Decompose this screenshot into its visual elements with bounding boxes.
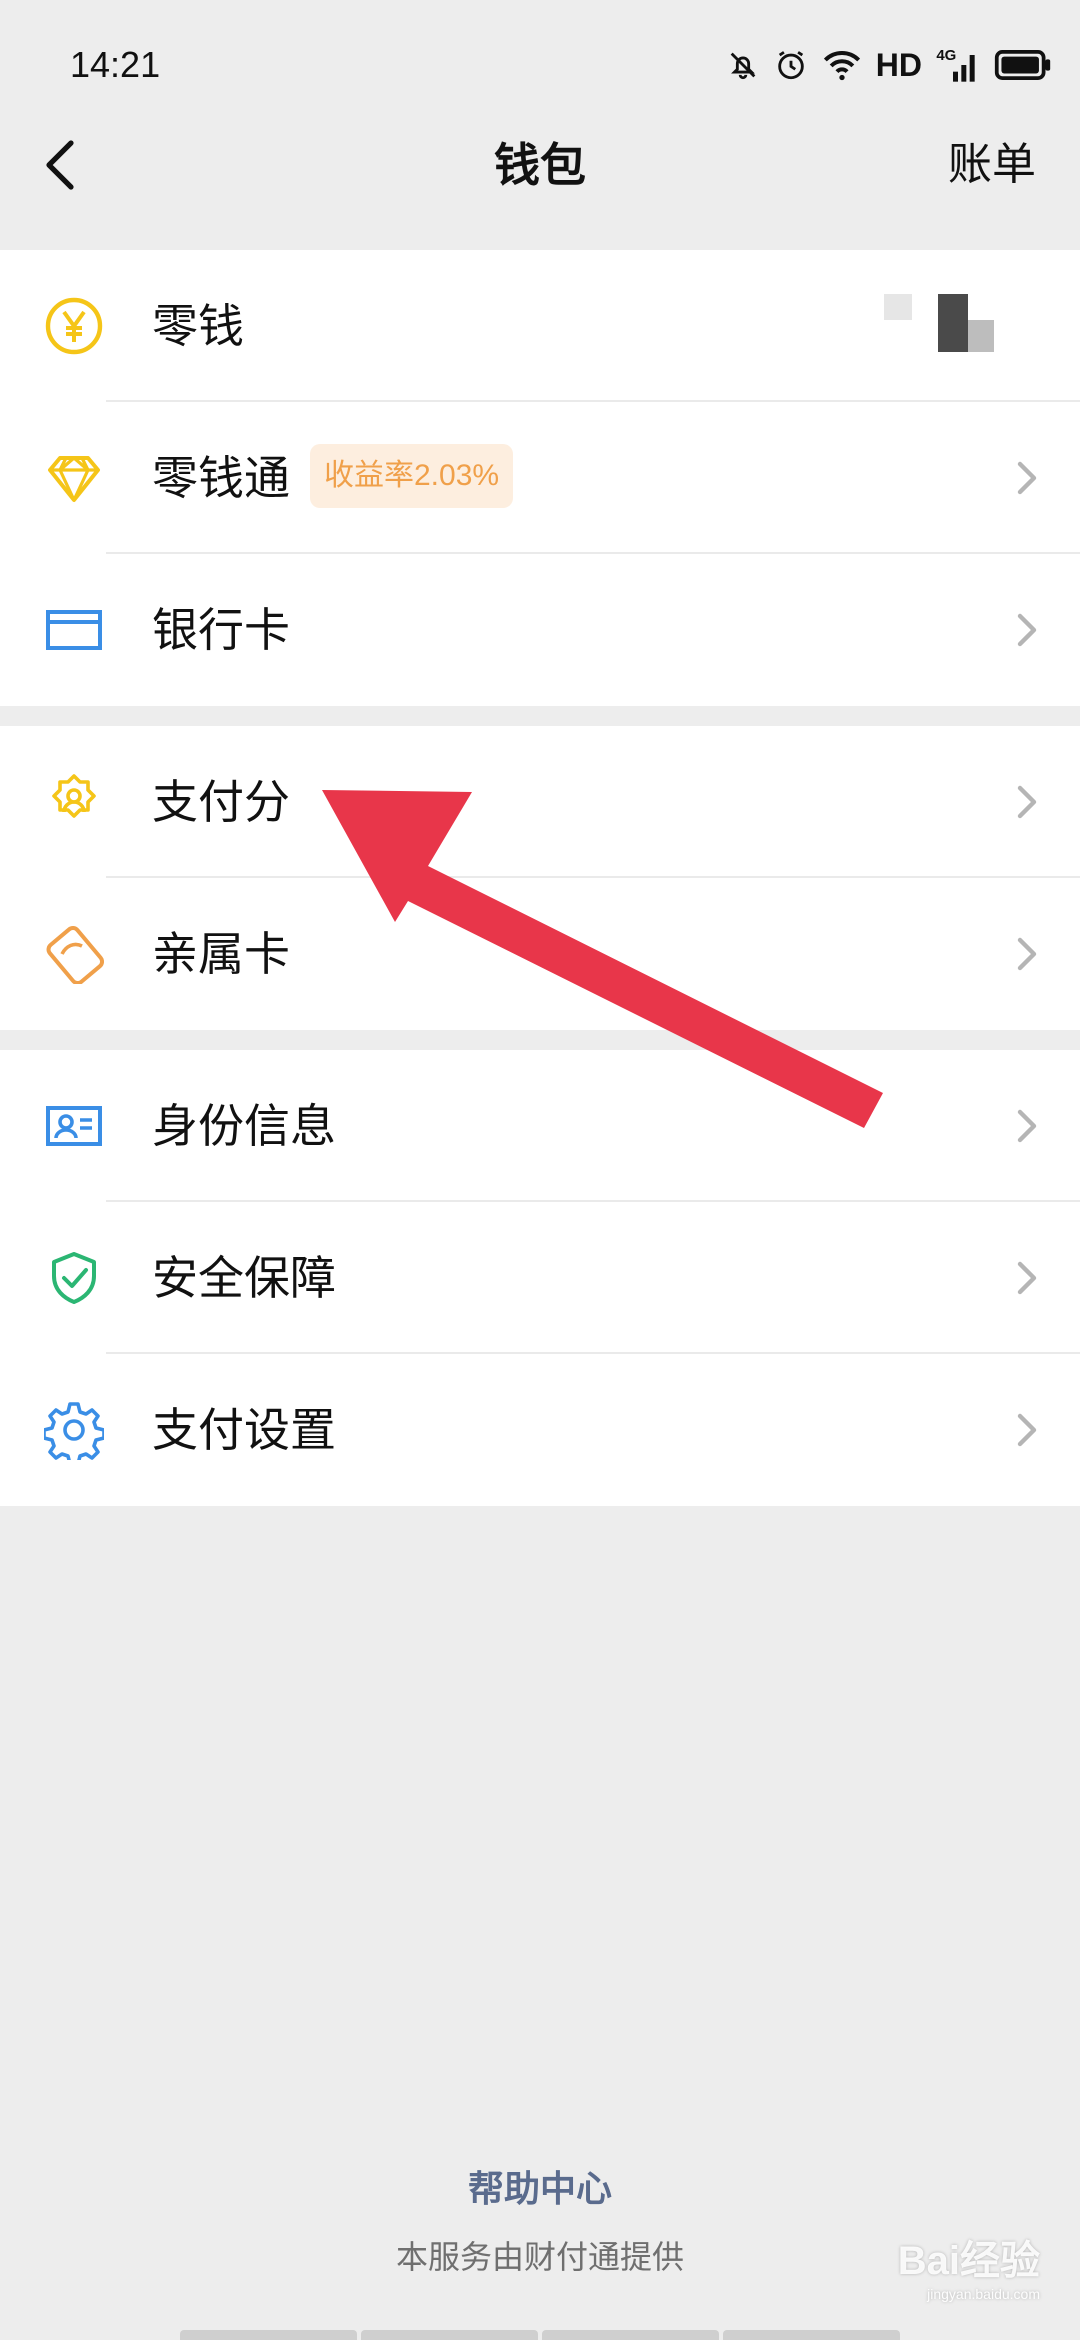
page-title: 钱包 (494, 138, 586, 192)
row-security[interactable]: 安全保障 (0, 1202, 1080, 1354)
chevron-right-icon (1017, 461, 1037, 495)
family-card-icon (44, 924, 104, 984)
id-card-icon (44, 1096, 104, 1156)
chevron-right-icon (1017, 1413, 1037, 1447)
chevron-right-icon (1017, 785, 1037, 819)
baidu-jingyan-watermark: Bai经验 jingyan.baidu.com (898, 2228, 1040, 2302)
row-label: 支付设置 (152, 1403, 336, 1457)
yen-coin-icon (44, 296, 104, 356)
row-family-card[interactable]: 亲属卡 (0, 878, 1080, 1030)
row-label: 零钱通 (152, 451, 290, 505)
alarm-icon (778, 51, 804, 80)
chevron-right-icon (1017, 937, 1037, 971)
signal-icon: 4G (936, 47, 975, 82)
group-balance: 零钱 零钱通 收益率2.03% 银行卡 (0, 250, 1080, 706)
watermark-url: jingyan.baidu.com (927, 2286, 1040, 2302)
row-bank-card[interactable]: 银行卡 (0, 554, 1080, 706)
battery-icon (994, 50, 1051, 80)
chevron-right-icon (1017, 1261, 1037, 1295)
card-icon (44, 600, 104, 660)
row-pay-settings[interactable]: 支付设置 (0, 1354, 1080, 1506)
bill-link[interactable]: 账单 (948, 100, 1036, 230)
row-label: 支付分 (152, 775, 290, 829)
chevron-left-icon (46, 140, 74, 190)
row-change[interactable]: 零钱 (0, 250, 1080, 402)
group-settings: 身份信息 安全保障 支付设置 (0, 1050, 1080, 1506)
yield-badge: 收益率2.03% (310, 444, 514, 508)
hd-indicator: HD (875, 46, 922, 83)
diamond-icon (44, 448, 104, 508)
row-pay-score[interactable]: 支付分 (0, 726, 1080, 878)
group-credit: 支付分 亲属卡 (0, 726, 1080, 1030)
network-type: 4G (936, 47, 956, 64)
shield-check-icon (44, 1248, 104, 1308)
status-icons: HD 4G (726, 40, 1052, 90)
status-time: 14:21 (70, 44, 161, 85)
bell-off-icon (730, 52, 756, 80)
home-indicator (180, 2330, 900, 2340)
row-label: 身份信息 (152, 1099, 336, 1153)
chevron-right-icon (1017, 613, 1037, 647)
gear-icon (44, 1400, 104, 1460)
watermark-brand: Bai经验 (897, 2239, 1040, 2283)
wifi-icon (823, 51, 860, 81)
help-center-link[interactable]: 帮助中心 (0, 2160, 1080, 2212)
balance-value-masked (884, 294, 994, 360)
row-label: 安全保障 (152, 1251, 336, 1305)
row-identity[interactable]: 身份信息 (0, 1050, 1080, 1202)
row-label: 银行卡 (152, 603, 290, 657)
row-licaitong[interactable]: 零钱通 收益率2.03% (0, 402, 1080, 554)
badge-star-icon (44, 772, 104, 832)
nav-bar: 钱包 账单 (0, 100, 1080, 230)
row-label: 亲属卡 (152, 927, 290, 981)
back-button[interactable] (26, 130, 96, 200)
chevron-right-icon (1017, 1109, 1037, 1143)
row-label: 零钱 (152, 299, 244, 353)
